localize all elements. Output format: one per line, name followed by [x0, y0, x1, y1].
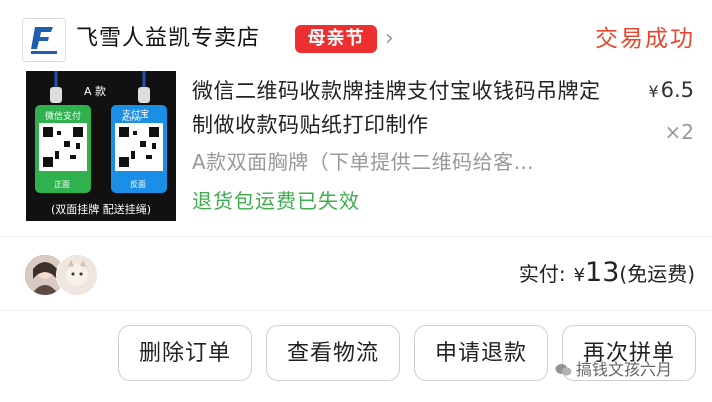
thumb-right-side: 反面 — [130, 180, 146, 189]
view-logistics-button[interactable]: 查看物流 — [266, 325, 400, 381]
order-status: 交易成功 — [595, 26, 695, 52]
price-currency: ¥ — [648, 82, 659, 101]
paid-value: 13 — [585, 257, 620, 288]
return-shipping-notice: 退货包运费已失效 — [192, 189, 360, 213]
product-quantity: ×2 — [664, 120, 694, 144]
shipping-note: (免运费) — [619, 262, 695, 286]
thumb-left-card-label: 微信支付 — [45, 112, 82, 122]
thumb-label: A 款 — [84, 85, 107, 98]
thumb-right-card-sub: ALIPAY — [122, 116, 142, 123]
shop-logo[interactable] — [22, 18, 66, 62]
shop-name[interactable]: 飞雪人益凯专卖店 — [76, 21, 260, 57]
divider — [0, 310, 712, 311]
watermark-text: 搞钱文孩六月 — [576, 360, 673, 379]
product-price: ¥6.5 — [648, 77, 694, 105]
thumb-left-side: 正面 — [54, 180, 70, 189]
product-title[interactable]: 微信二维码收款牌挂牌支付宝收钱码吊牌定制做收款码贴纸打印制作 — [192, 74, 612, 142]
shop-logo-icon — [23, 19, 65, 61]
product-thumbnail[interactable]: A 款 微信支付 支付宝 ALIPAY 正面 反面 (双面挂牌 配送挂绳) — [26, 71, 176, 221]
delete-order-button[interactable]: 删除订单 — [118, 325, 252, 381]
price-value: 6.5 — [660, 78, 694, 102]
watermark: 搞钱文孩六月 — [555, 359, 672, 381]
chevron-right-icon[interactable]: › — [385, 25, 394, 53]
product-spec: A款双面胸牌（下单提供二维码给客… — [192, 150, 535, 174]
wechat-icon — [555, 364, 572, 376]
avatar — [56, 254, 98, 296]
divider — [0, 236, 712, 237]
thumb-caption: (双面挂牌 配送挂绳) — [50, 203, 152, 216]
request-refund-button[interactable]: 申请退款 — [414, 325, 548, 381]
paid-amount: 实付: ¥13(免运费) — [519, 256, 695, 293]
mothers-day-badge: 母亲节 — [295, 25, 377, 53]
paid-currency: ¥ — [573, 265, 586, 286]
group-avatars[interactable] — [24, 254, 98, 296]
paid-label: 实付: — [518, 262, 566, 286]
